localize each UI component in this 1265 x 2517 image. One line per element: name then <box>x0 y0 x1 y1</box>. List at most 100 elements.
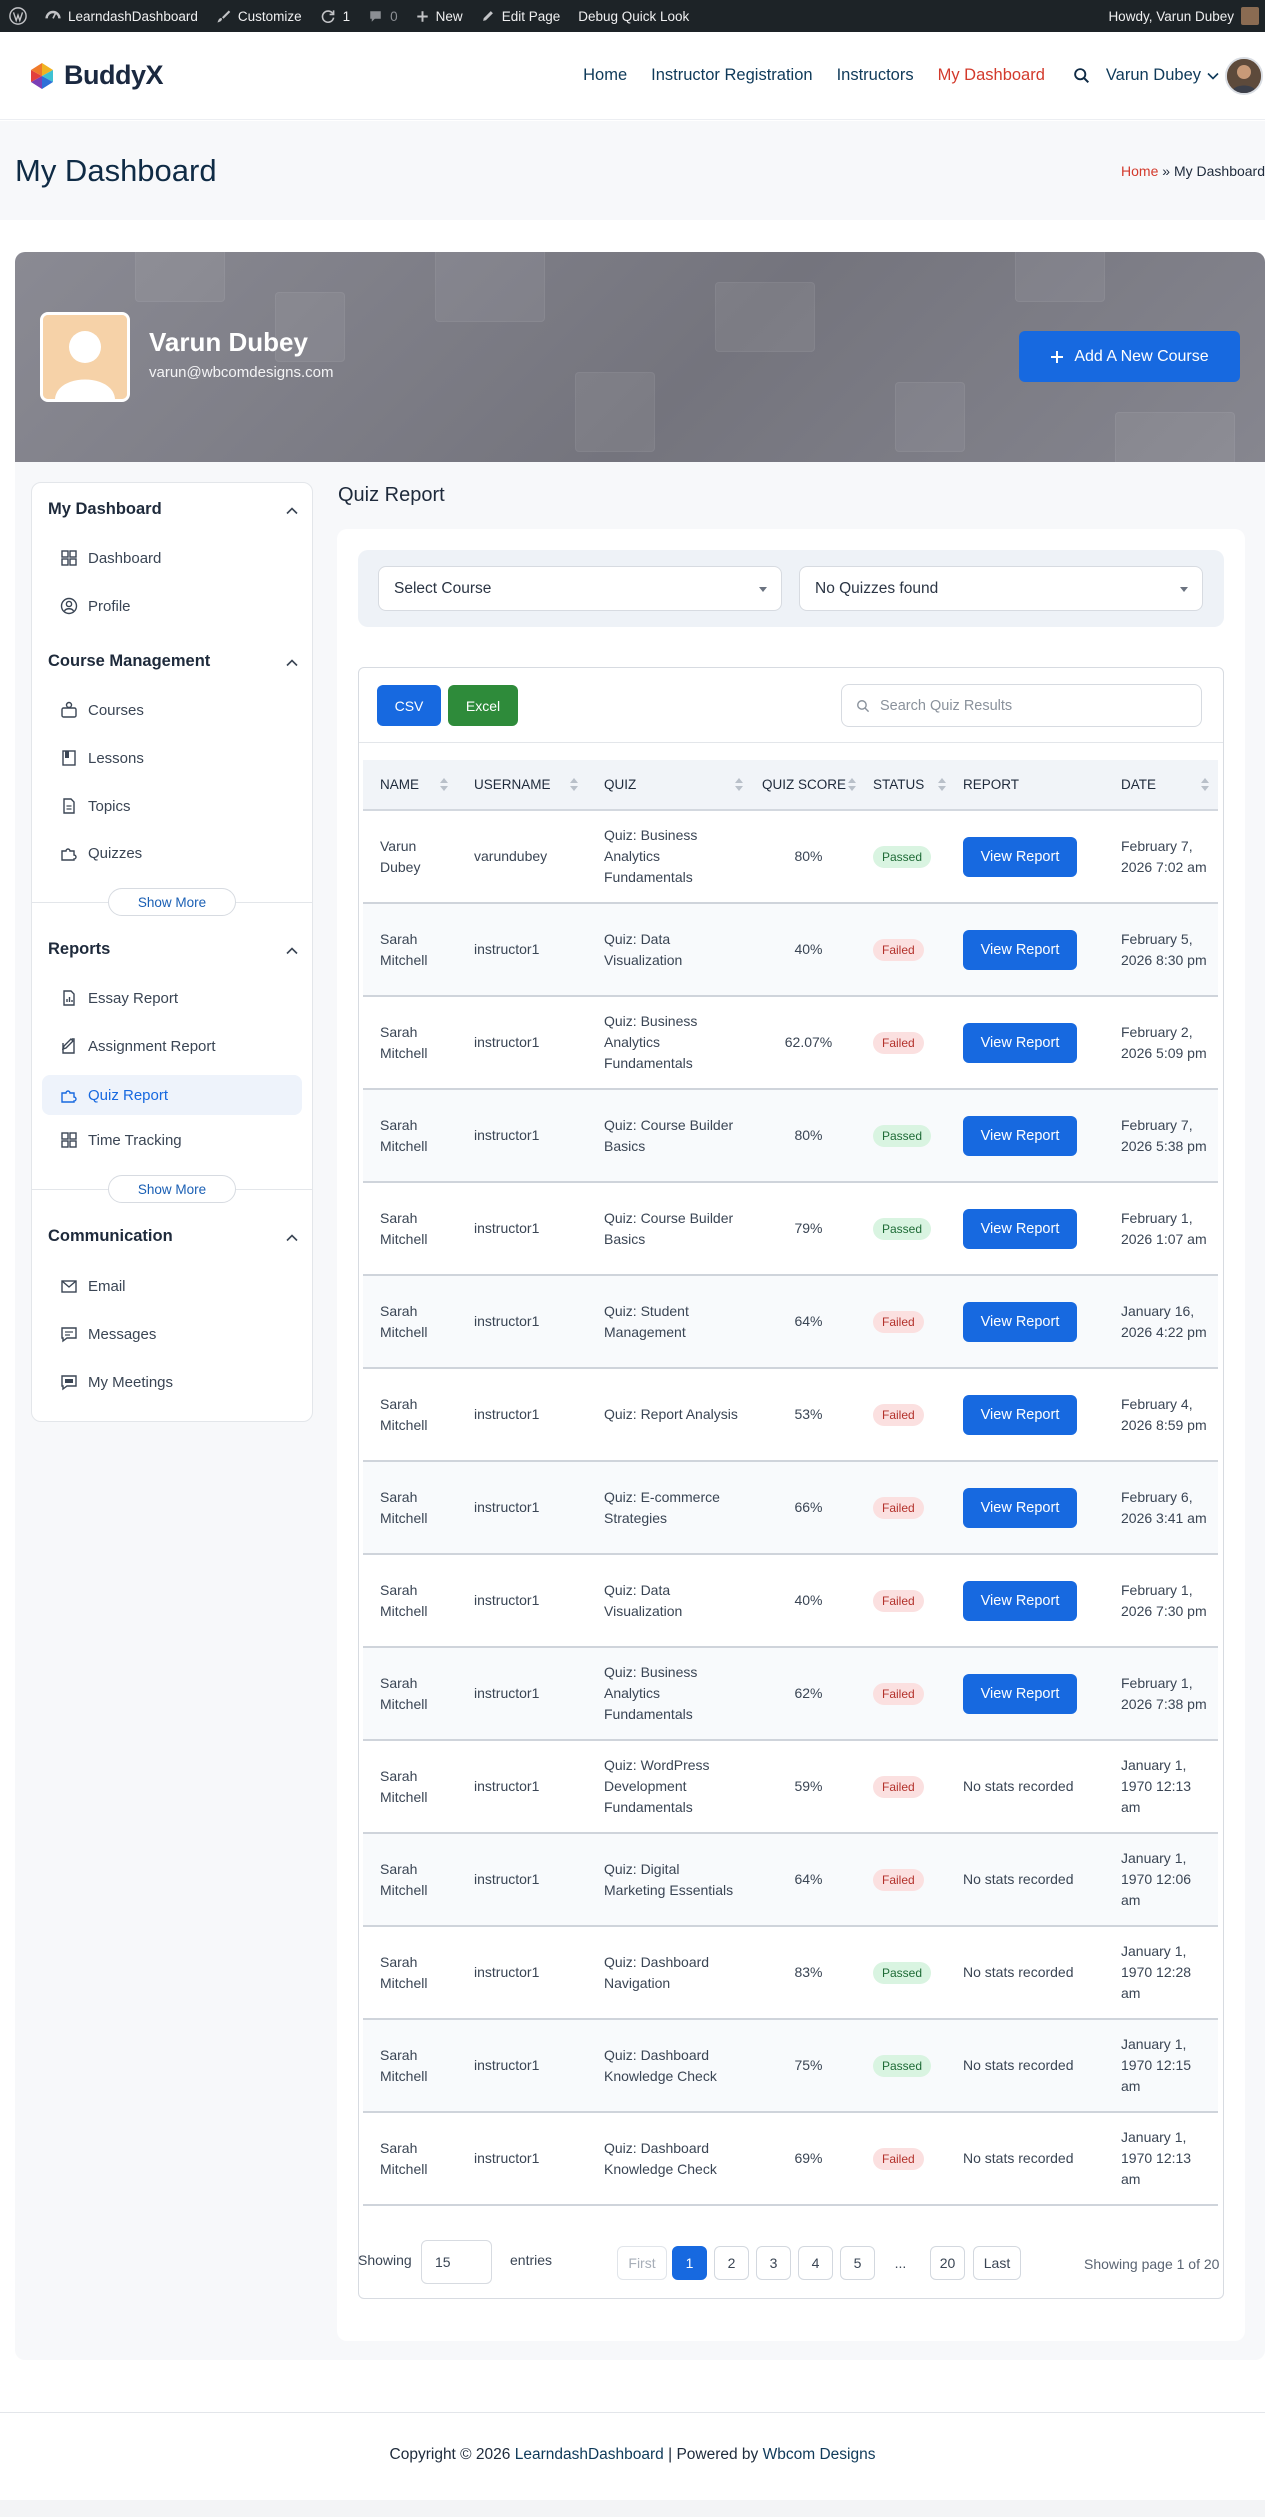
cell-username: instructor1 <box>457 903 587 997</box>
user-avatar[interactable] <box>1225 56 1263 95</box>
quiz-select[interactable]: No Quizzes found <box>799 566 1203 611</box>
sidebar-item-email[interactable]: Email <box>60 1277 126 1295</box>
admin-site-link[interactable]: LearndashDashboard <box>36 0 207 32</box>
admin-updates-count: 1 <box>342 8 351 24</box>
view-report-button[interactable]: View Report <box>963 929 1077 970</box>
show-more-course-management[interactable]: Show More <box>108 888 236 916</box>
sort-icon <box>938 778 946 792</box>
sidebar-item-profile[interactable]: Profile <box>60 597 131 615</box>
sort-icon <box>735 778 743 792</box>
admin-account-menu[interactable]: Howdy, Varun Dubey <box>1099 0 1265 32</box>
footer-site-link[interactable]: LearndashDashboard <box>515 2446 664 2463</box>
cell-name: Sarah Mitchell <box>363 2112 457 2206</box>
nav-my-dashboard[interactable]: My Dashboard <box>926 66 1057 85</box>
profile-name: Varun Dubey <box>149 327 308 357</box>
sidebar-item-my-meetings[interactable]: My Meetings <box>60 1373 173 1391</box>
cell-quiz-score: 59% <box>752 1740 865 1834</box>
course-select[interactable]: Select Course <box>378 566 782 611</box>
view-report-button[interactable]: View Report <box>963 1208 1077 1249</box>
sidebar-item-quizzes[interactable]: Quizzes <box>60 844 142 862</box>
column-header-date[interactable]: DATE <box>1101 760 1218 811</box>
sidebar-heading-reports[interactable]: Reports <box>48 940 110 959</box>
cell-report: View Report <box>955 1275 1101 1369</box>
column-header-username[interactable]: USERNAME <box>457 760 587 811</box>
column-header-quiz[interactable]: QUIZ <box>587 760 752 811</box>
cell-date: January 1, 1970 12:13 am <box>1101 2112 1218 2206</box>
view-report-button[interactable]: View Report <box>963 1487 1077 1528</box>
sidebar-item-messages[interactable]: Messages <box>60 1325 156 1343</box>
admin-debug-link[interactable]: Debug Quick Look <box>569 0 698 32</box>
cell-username: instructor1 <box>457 1647 587 1741</box>
view-report-button[interactable]: View Report <box>963 1022 1077 1063</box>
nav-instructor-registration[interactable]: Instructor Registration <box>639 66 824 85</box>
pagination-page-4[interactable]: 4 <box>798 2246 833 2280</box>
user-circle-icon <box>60 597 78 615</box>
pagination-last-button[interactable]: Last <box>973 2246 1021 2280</box>
logo-text: BuddyX <box>64 60 164 90</box>
sidebar-item-essay-report[interactable]: Essay Report <box>60 989 178 1007</box>
search-input[interactable] <box>880 697 1180 714</box>
cell-date: February 1, 2026 7:30 pm <box>1101 1554 1218 1648</box>
column-header-quiz-score[interactable]: QUIZ SCORE <box>752 760 865 811</box>
admin-new-link[interactable]: New <box>407 0 472 32</box>
sidebar-item-topics[interactable]: Topics <box>60 797 131 815</box>
column-header-name[interactable]: NAME <box>363 760 457 811</box>
sidebar-item-lessons[interactable]: Lessons <box>60 749 144 767</box>
sidebar-heading-course-management[interactable]: Course Management <box>48 652 210 671</box>
sidebar-item-courses[interactable]: Courses <box>60 701 144 719</box>
view-report-button[interactable]: View Report <box>963 836 1077 877</box>
chevron-up-icon[interactable] <box>286 505 298 517</box>
sidebar-item-assignment-report[interactable]: Assignment Report <box>60 1037 216 1055</box>
view-report-button[interactable]: View Report <box>963 1673 1077 1714</box>
view-report-button[interactable]: View Report <box>963 1115 1077 1156</box>
table-row: Sarah Mitchell instructor1 Quiz: Digital M… <box>363 1833 1218 1927</box>
view-report-button[interactable]: View Report <box>963 1580 1077 1621</box>
entries-per-page-select[interactable]: 15 <box>421 2240 492 2284</box>
sidebar-item-dashboard[interactable]: Dashboard <box>60 549 161 567</box>
quiz-report-title: Quiz Report <box>338 484 445 506</box>
pagination-page-20[interactable]: 20 <box>930 2246 965 2280</box>
breadcrumb-home[interactable]: Home <box>1121 163 1158 179</box>
footer-copyright: Copyright © 2026 <box>389 2446 511 2463</box>
pagination-first-button[interactable]: First <box>617 2246 667 2280</box>
pagination-page-3[interactable]: 3 <box>756 2246 791 2280</box>
admin-updates-link[interactable]: 1 <box>311 0 360 32</box>
cell-quiz: Quiz: Dashboard Navigation <box>587 1926 752 2020</box>
export-csv-button[interactable]: CSV <box>377 685 441 726</box>
header-search-button[interactable] <box>1073 67 1090 84</box>
sort-icon <box>848 778 856 792</box>
cell-quiz-score: 40% <box>752 903 865 997</box>
pagination-page-1[interactable]: 1 <box>672 2246 707 2280</box>
status-badge: Failed <box>873 1868 924 1891</box>
sidebar-item-quiz-report[interactable]: Quiz Report <box>42 1075 302 1115</box>
export-excel-button[interactable]: Excel <box>448 685 518 726</box>
wordpress-logo[interactable] <box>0 0 36 32</box>
admin-edit-page-link[interactable]: Edit Page <box>472 0 570 32</box>
view-report-button[interactable]: View Report <box>963 1394 1077 1435</box>
column-header-status[interactable]: STATUS <box>865 760 955 811</box>
pagination-page-5[interactable]: 5 <box>840 2246 875 2280</box>
user-menu[interactable]: Varun Dubey <box>1106 66 1219 85</box>
cell-status: Passed <box>865 1926 955 2020</box>
column-header-report[interactable]: REPORT <box>955 760 1101 811</box>
site-logo[interactable]: BuddyX <box>26 60 164 92</box>
add-new-course-button[interactable]: Add A New Course <box>1019 331 1240 382</box>
chevron-up-icon[interactable] <box>286 945 298 957</box>
show-more-reports[interactable]: Show More <box>108 1175 236 1203</box>
sidebar-item-time-tracking[interactable]: Time Tracking <box>60 1131 182 1149</box>
admin-customize-link[interactable]: Customize <box>207 0 311 32</box>
puzzle-icon <box>61 1090 77 1103</box>
footer-company-link[interactable]: Wbcom Designs <box>763 2446 876 2463</box>
cell-name: Sarah Mitchell <box>363 2019 457 2113</box>
sidebar-heading-communication[interactable]: Communication <box>48 1227 173 1246</box>
view-report-button[interactable]: View Report <box>963 1301 1077 1342</box>
nav-home[interactable]: Home <box>571 66 639 85</box>
cell-name: Sarah Mitchell <box>363 903 457 997</box>
pagination-page-2[interactable]: 2 <box>714 2246 749 2280</box>
chevron-up-icon[interactable] <box>286 1232 298 1244</box>
cell-status: Failed <box>865 1833 955 1927</box>
admin-comments-link[interactable]: 0 <box>359 0 407 32</box>
sidebar-heading-my-dashboard[interactable]: My Dashboard <box>48 500 162 519</box>
nav-instructors[interactable]: Instructors <box>825 66 926 85</box>
chevron-up-icon[interactable] <box>286 657 298 669</box>
